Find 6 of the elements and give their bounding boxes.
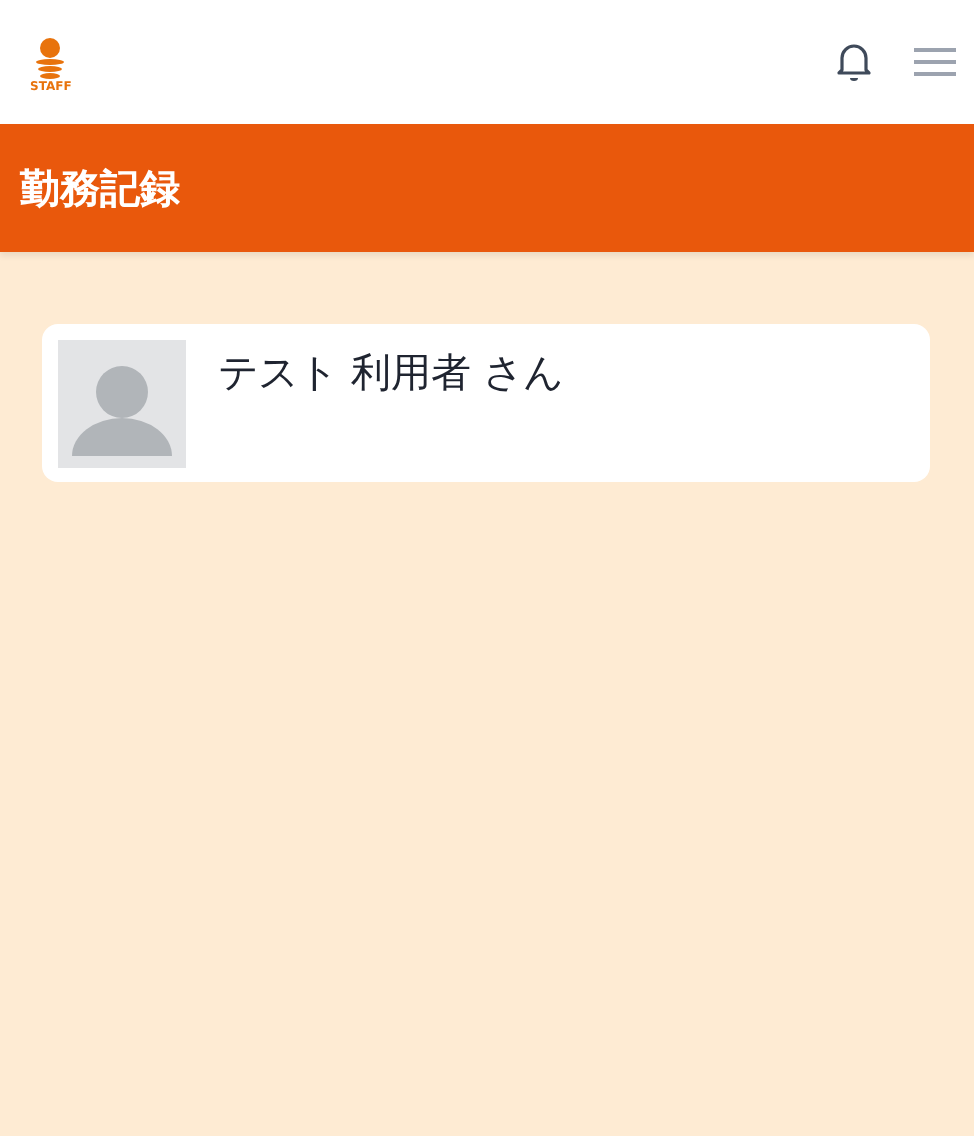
page-title: 勤務記録 (20, 161, 180, 215)
bell-icon[interactable] (836, 42, 872, 82)
logo-icon (34, 38, 67, 80)
user-name: テスト 利用者 さん (218, 346, 564, 400)
avatar-icon (58, 340, 186, 468)
user-card[interactable]: テスト 利用者 さん (42, 324, 930, 482)
